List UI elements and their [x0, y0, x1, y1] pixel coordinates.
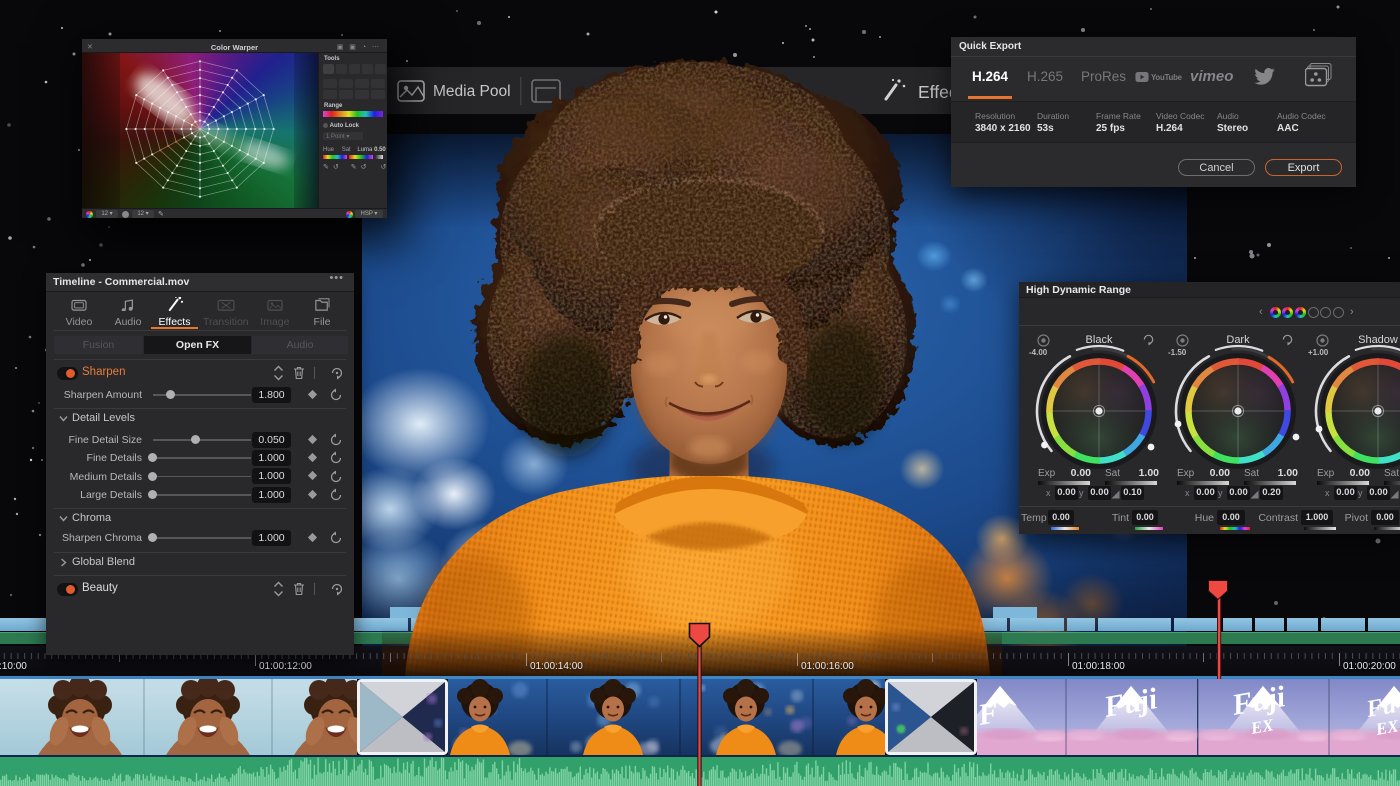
- svg-text:EX: EX: [1373, 716, 1400, 739]
